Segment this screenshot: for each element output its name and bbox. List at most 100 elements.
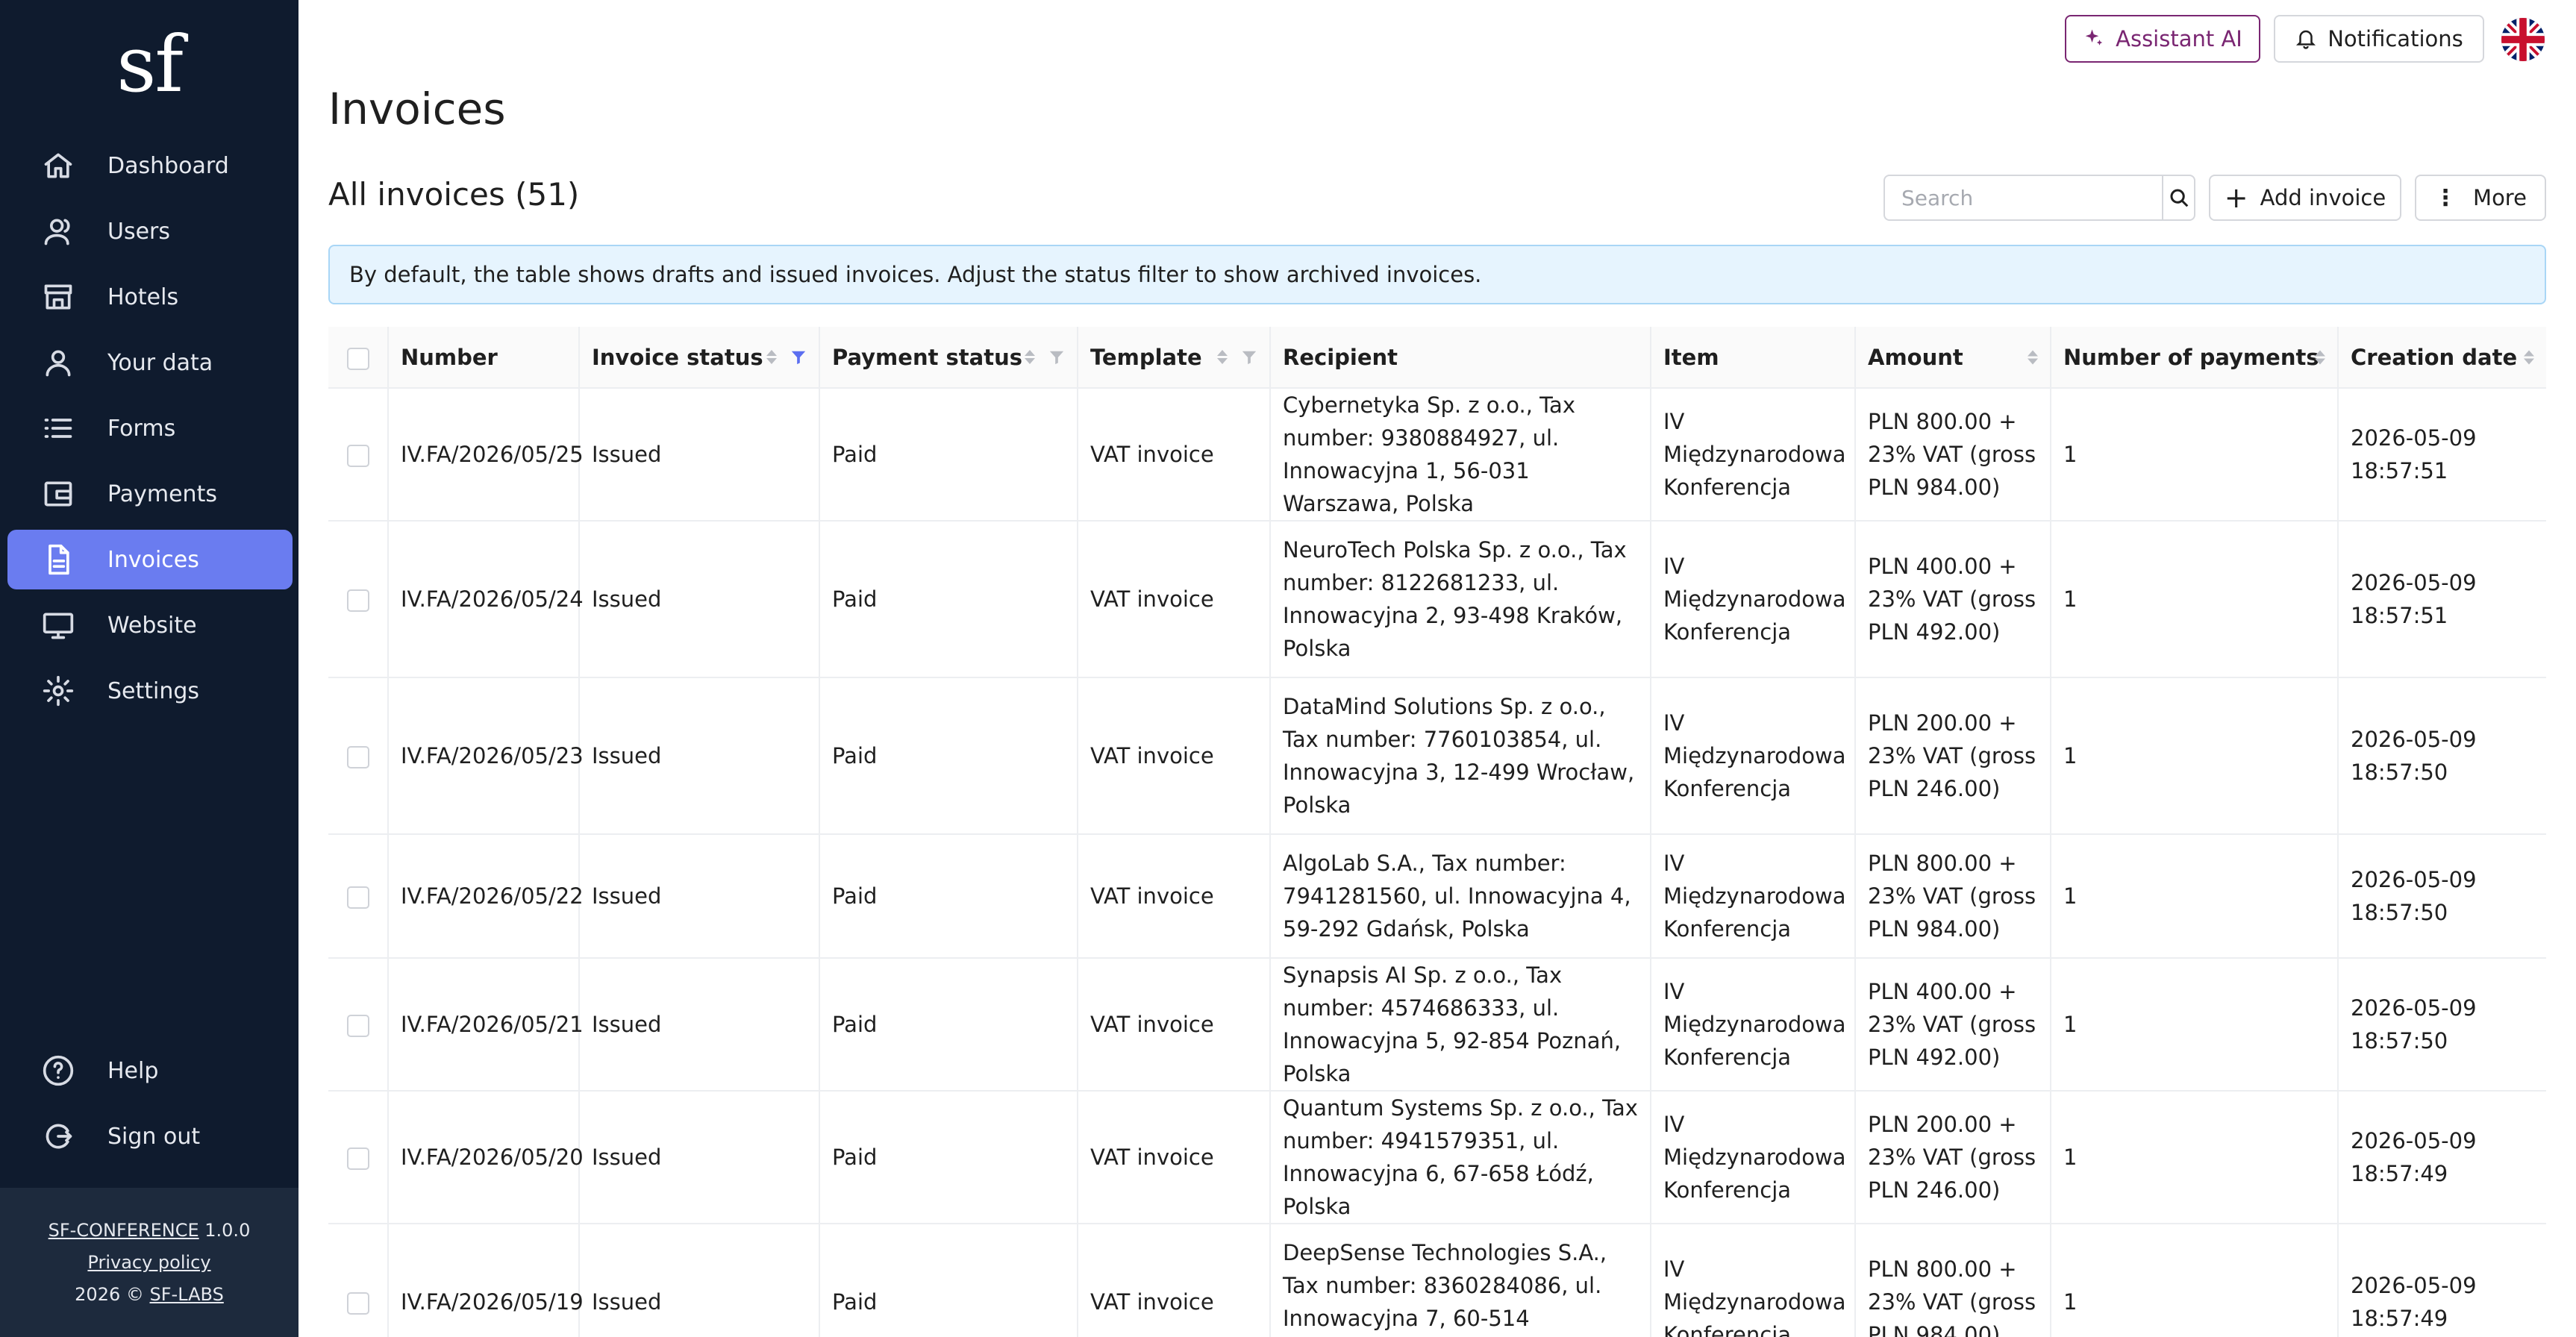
cell-number: IV.FA/2026/05/21 [388, 958, 584, 1092]
column-label: Amount [1868, 344, 1963, 370]
cell-recipient: NeuroTech Polska Sp. z o.o., Tax number:… [1270, 521, 1651, 678]
sort-icon[interactable] [2028, 350, 2038, 364]
sidebar-item-forms[interactable]: Forms [7, 398, 293, 458]
cell-payments: 1 [2051, 958, 2339, 1092]
filter-active-icon[interactable] [790, 349, 807, 366]
filter-icon[interactable] [1241, 349, 1257, 366]
sidebar-item-payments[interactable]: Payments [7, 464, 293, 524]
cell-created: 2026-05-09 18:57:49 [2338, 1091, 2546, 1224]
sort-icon[interactable] [2524, 350, 2534, 364]
store-icon [40, 279, 76, 315]
sidebar-item-settings[interactable]: Settings [7, 661, 293, 721]
sidebar-item-invoices[interactable]: Invoices [7, 530, 293, 589]
cell-recipient: AlgoLab S.A., Tax number: 7941281560, ul… [1270, 834, 1651, 959]
column-header-creation-date[interactable]: Creation date [2338, 327, 2546, 389]
column-header-template[interactable]: Template [1078, 327, 1271, 389]
sort-icon[interactable] [1217, 350, 1228, 364]
table-header-row: Number Invoice status Payment status Tem… [328, 327, 2546, 389]
cell-payments: 1 [2051, 521, 2339, 678]
sort-icon[interactable] [1025, 350, 1035, 364]
sidebar-item-label: Dashboard [107, 152, 229, 179]
table-row[interactable]: IV.FA/2026/05/21 Issued Paid VAT invoice… [328, 958, 2546, 1092]
sidebar-item-label: Website [107, 612, 197, 639]
cell-recipient: DeepSense Technologies S.A., Tax number:… [1270, 1224, 1651, 1337]
column-header-number[interactable]: Number [388, 327, 580, 389]
row-checkbox[interactable] [346, 1015, 369, 1037]
sidebar-item-sign-out[interactable]: Sign out [7, 1106, 293, 1166]
assistant-ai-button[interactable]: Assistant AI [2065, 15, 2260, 63]
sort-icon[interactable] [766, 350, 777, 364]
sidebar-item-label: Forms [107, 415, 176, 442]
column-label: Payment status [832, 344, 1023, 370]
table-row[interactable]: IV.FA/2026/05/19 Issued Paid VAT invoice… [328, 1224, 2546, 1337]
table-row[interactable]: IV.FA/2026/05/23 Issued Paid VAT invoice… [328, 677, 2546, 835]
row-checkbox[interactable] [346, 589, 369, 612]
cell-item: IV Międzynarodowa Konferencja [1651, 388, 1856, 522]
search-input[interactable] [1885, 176, 2162, 219]
app-name-link[interactable]: SF-CONFERENCE [49, 1220, 199, 1241]
sort-icon[interactable] [2315, 350, 2325, 364]
sidebar-item-hotels[interactable]: Hotels [7, 267, 293, 327]
column-label: Number [401, 344, 498, 370]
more-button[interactable]: ⋮ More [2415, 175, 2546, 221]
sidebar-item-label: Your data [107, 349, 213, 376]
sidebar: sf Dashboard Users Hotels Your data Form… [0, 0, 298, 1337]
column-label: Number of payments [2063, 344, 2319, 370]
column-label: Creation date [2351, 344, 2518, 370]
table-row[interactable]: IV.FA/2026/05/22 Issued Paid VAT invoice… [328, 834, 2546, 959]
column-header-amount[interactable]: Amount [1855, 327, 2051, 389]
sidebar-item-website[interactable]: Website [7, 595, 293, 655]
add-invoice-label: Add invoice [2260, 185, 2386, 210]
cell-created: 2026-05-09 18:57:50 [2338, 958, 2546, 1092]
row-select-cell [328, 834, 389, 959]
row-checkbox[interactable] [346, 886, 369, 909]
sidebar-item-help[interactable]: Help [7, 1041, 293, 1100]
sidebar-item-dashboard[interactable]: Dashboard [7, 136, 293, 195]
wallet-icon [40, 476, 76, 512]
cell-payments: 1 [2051, 834, 2339, 959]
search-icon [2170, 189, 2188, 207]
column-header-number-of-payments[interactable]: Number of payments [2051, 327, 2339, 389]
question-icon [40, 1053, 76, 1089]
section-title: All invoices (51) [328, 176, 580, 213]
cell-invoice-status: Issued [579, 834, 820, 959]
cell-payment-status: Paid [819, 1091, 1078, 1224]
page-title: Invoices [328, 84, 506, 134]
privacy-policy-link[interactable]: Privacy policy [87, 1252, 210, 1273]
user-icon [40, 345, 76, 381]
column-header-invoice-status[interactable]: Invoice status [579, 327, 820, 389]
table-row[interactable]: IV.FA/2026/05/20 Issued Paid VAT invoice… [328, 1091, 2546, 1224]
document-icon [40, 542, 76, 577]
more-vertical-icon: ⋮ [2434, 184, 2457, 211]
row-checkbox[interactable] [346, 1292, 369, 1315]
sidebar-item-label: Help [107, 1057, 159, 1084]
cell-invoice-status: Issued [579, 677, 820, 835]
row-select-cell [328, 1091, 389, 1224]
company-link[interactable]: SF-LABS [150, 1284, 224, 1305]
assistant-ai-label: Assistant AI [2116, 26, 2242, 51]
notifications-label: Notifications [2328, 26, 2463, 51]
column-header-recipient[interactable]: Recipient [1270, 327, 1651, 389]
cell-item: IV Międzynarodowa Konferencja [1651, 958, 1856, 1092]
column-header-item[interactable]: Item [1651, 327, 1856, 389]
table-row[interactable]: IV.FA/2026/05/25 Issued Paid VAT invoice… [328, 388, 2546, 522]
select-all-checkbox[interactable] [346, 347, 369, 370]
add-invoice-button[interactable]: + Add invoice [2209, 175, 2401, 221]
sidebar-item-users[interactable]: Users [7, 201, 293, 261]
row-checkbox[interactable] [346, 1147, 369, 1170]
column-header-payment-status[interactable]: Payment status [819, 327, 1078, 389]
notifications-button[interactable]: Notifications [2274, 15, 2484, 63]
sidebar-item-your-data[interactable]: Your data [7, 333, 293, 392]
uk-flag-icon[interactable] [2501, 18, 2545, 61]
row-checkbox[interactable] [346, 445, 369, 467]
search-button[interactable] [2162, 176, 2194, 219]
cell-recipient: Synapsis AI Sp. z o.o., Tax number: 4574… [1270, 958, 1651, 1092]
app-logo[interactable]: sf [0, 25, 298, 103]
sidebar-item-label: Invoices [107, 546, 199, 573]
list-icon [40, 410, 76, 446]
cell-template: VAT invoice [1078, 388, 1271, 522]
row-checkbox[interactable] [346, 746, 369, 768]
cell-recipient: Cybernetyka Sp. z o.o., Tax number: 9380… [1270, 388, 1651, 522]
filter-icon[interactable] [1048, 349, 1065, 366]
table-row[interactable]: IV.FA/2026/05/24 Issued Paid VAT invoice… [328, 521, 2546, 678]
